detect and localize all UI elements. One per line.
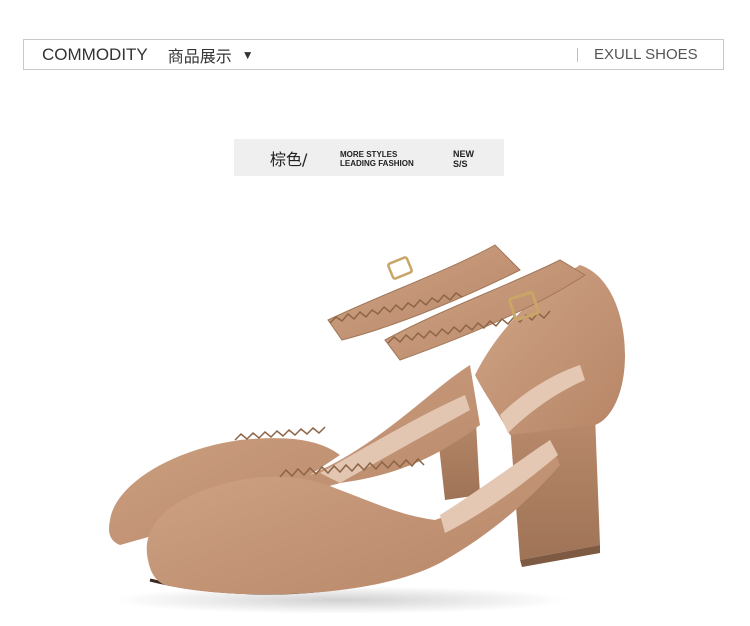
color-name: 棕色/ <box>270 149 308 169</box>
tagline-line2: LEADING FASHION <box>340 159 414 168</box>
buckle <box>387 256 413 280</box>
brand-name: EXULL SHOES <box>594 46 698 63</box>
product-photo <box>109 244 625 614</box>
tagline-line1: MORE STYLES <box>340 150 398 159</box>
section-title-cn: 商品展示 <box>167 46 232 66</box>
section-title: COMMODITY 商品展示 ▼ <box>42 40 254 69</box>
floor-shadow <box>110 586 570 614</box>
color-banner: 棕色/ MORE STYLES LEADING FASHION NEW S/S <box>234 139 504 176</box>
tagline: MORE STYLES LEADING FASHION <box>340 150 414 168</box>
season-label: NEW S/S <box>453 149 474 169</box>
section-title-en: COMMODITY <box>42 44 148 64</box>
header-divider <box>577 48 578 62</box>
season-line1: NEW <box>453 149 474 159</box>
section-header: COMMODITY 商品展示 ▼ EXULL SHOES <box>23 39 724 70</box>
caret-down-icon: ▼ <box>241 47 254 62</box>
season-line2: S/S <box>453 159 468 169</box>
